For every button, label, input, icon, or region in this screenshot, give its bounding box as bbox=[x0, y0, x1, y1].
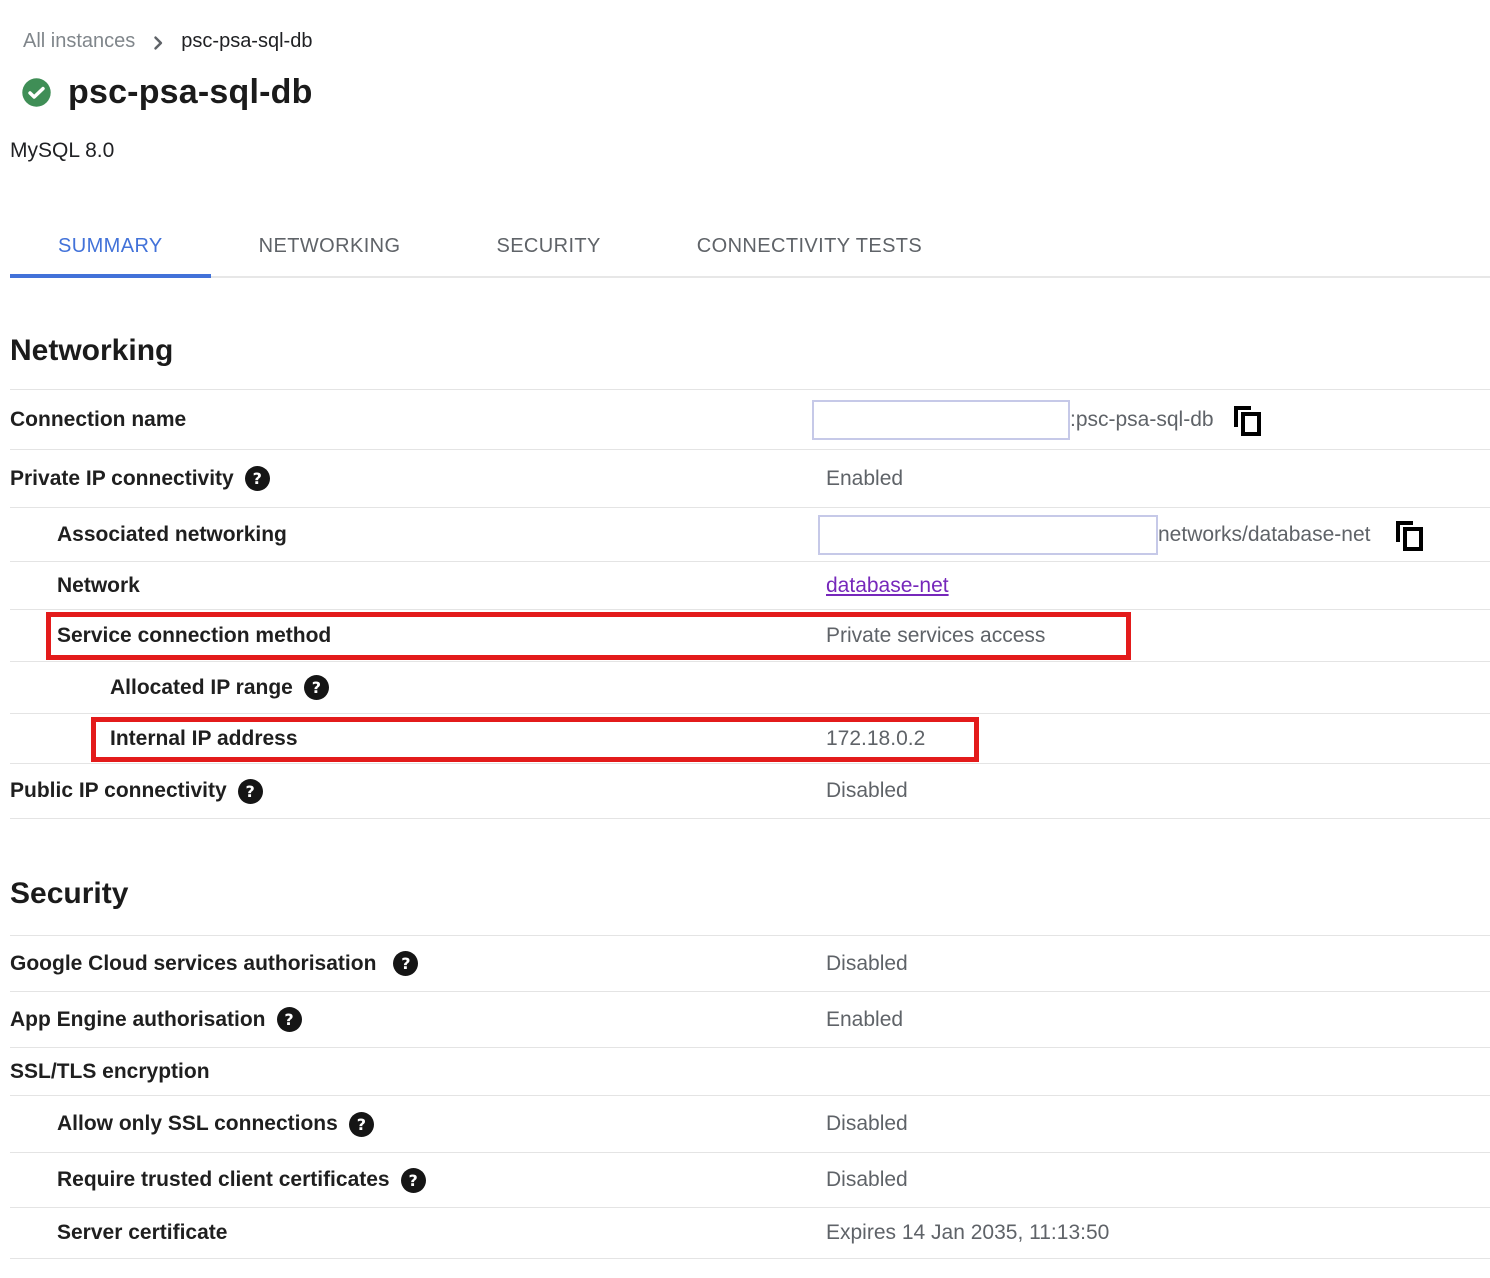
tab-summary[interactable]: SUMMARY bbox=[10, 219, 211, 276]
redaction-overlay bbox=[812, 400, 1070, 440]
page-title: psc-psa-sql-db bbox=[68, 73, 313, 112]
service-connection-method-label: Service connection method bbox=[57, 624, 331, 648]
row-require-trusted-certs: Require trusted client certificates Disa… bbox=[10, 1152, 1490, 1207]
row-app-engine-authorisation: App Engine authorisation Enabled bbox=[10, 991, 1490, 1047]
server-certificate-label: Server certificate bbox=[57, 1221, 227, 1245]
private-ip-value: Enabled bbox=[826, 467, 903, 491]
row-allow-only-ssl: Allow only SSL connections Disabled bbox=[10, 1095, 1490, 1152]
tab-security[interactable]: SECURITY bbox=[448, 219, 648, 276]
breadcrumb-current: psc-psa-sql-db bbox=[181, 30, 312, 53]
help-icon[interactable] bbox=[304, 675, 329, 700]
associated-networking-value: networks/database-net bbox=[1158, 523, 1370, 547]
associated-networking-label: Associated networking bbox=[57, 523, 287, 547]
allow-only-ssl-value: Disabled bbox=[826, 1112, 908, 1136]
row-associated-networking: Associated networking networks/database-… bbox=[10, 507, 1490, 561]
connection-name-value: :psc-psa-sql-db bbox=[1070, 408, 1214, 432]
row-public-ip-connectivity: Public IP connectivity Disabled bbox=[10, 763, 1490, 819]
internal-ip-label: Internal IP address bbox=[110, 727, 298, 751]
ssl-tls-label: SSL/TLS encryption bbox=[10, 1060, 210, 1084]
network-label: Network bbox=[57, 574, 140, 598]
allocated-ip-range-label: Allocated IP range bbox=[110, 676, 293, 700]
service-connection-method-value: Private services access bbox=[826, 624, 1045, 648]
connection-name-label: Connection name bbox=[10, 408, 186, 432]
allow-only-ssl-label: Allow only SSL connections bbox=[57, 1112, 338, 1136]
instance-header: psc-psa-sql-db bbox=[21, 73, 1490, 112]
help-icon[interactable] bbox=[393, 951, 418, 976]
help-icon[interactable] bbox=[401, 1168, 426, 1193]
networking-section-title: Networking bbox=[10, 334, 1490, 368]
app-engine-auth-value: Enabled bbox=[826, 1008, 903, 1032]
security-section-title: Security bbox=[10, 877, 1490, 911]
tab-networking[interactable]: NETWORKING bbox=[211, 219, 449, 276]
app-engine-auth-label: App Engine authorisation bbox=[10, 1008, 266, 1032]
require-certs-label: Require trusted client certificates bbox=[57, 1168, 390, 1192]
help-icon[interactable] bbox=[238, 779, 263, 804]
row-private-ip-connectivity: Private IP connectivity Enabled bbox=[10, 449, 1490, 507]
copy-icon[interactable] bbox=[1396, 521, 1420, 548]
row-connection-name: Connection name :psc-psa-sql-db bbox=[10, 389, 1490, 449]
row-service-connection-method: Service connection method Private servic… bbox=[10, 609, 1490, 661]
chevron-right-icon bbox=[148, 33, 168, 53]
private-ip-label: Private IP connectivity bbox=[10, 467, 234, 491]
breadcrumb-all-instances[interactable]: All instances bbox=[23, 30, 135, 53]
redaction-overlay bbox=[818, 515, 1158, 555]
require-certs-value: Disabled bbox=[826, 1168, 908, 1192]
database-version: MySQL 8.0 bbox=[10, 139, 1490, 163]
gcs-auth-label: Google Cloud services authorisation bbox=[10, 952, 376, 976]
gcs-auth-value: Disabled bbox=[826, 952, 908, 976]
networking-table: Connection name :psc-psa-sql-db Private … bbox=[10, 389, 1490, 819]
row-network: Network database-net bbox=[10, 561, 1490, 609]
status-ok-icon bbox=[21, 77, 52, 108]
server-certificate-value: Expires 14 Jan 2035, 11:13:50 bbox=[826, 1221, 1109, 1245]
network-link[interactable]: database-net bbox=[826, 574, 949, 598]
tab-bar: SUMMARY NETWORKING SECURITY CONNECTIVITY… bbox=[10, 219, 1490, 278]
row-gcs-authorisation: Google Cloud services authorisation Disa… bbox=[10, 935, 1490, 991]
copy-icon[interactable] bbox=[1234, 406, 1258, 433]
row-allocated-ip-range: Allocated IP range bbox=[10, 661, 1490, 713]
row-server-certificate: Server certificate Expires 14 Jan 2035, … bbox=[10, 1207, 1490, 1259]
breadcrumb: All instances psc-psa-sql-db bbox=[23, 0, 1490, 53]
security-table: Google Cloud services authorisation Disa… bbox=[10, 935, 1490, 1259]
tab-connectivity-tests[interactable]: CONNECTIVITY TESTS bbox=[649, 219, 970, 276]
help-icon[interactable] bbox=[277, 1007, 302, 1032]
public-ip-label: Public IP connectivity bbox=[10, 779, 227, 803]
row-ssl-tls-encryption: SSL/TLS encryption bbox=[10, 1047, 1490, 1095]
internal-ip-value: 172.18.0.2 bbox=[826, 727, 925, 751]
help-icon[interactable] bbox=[245, 466, 270, 491]
public-ip-value: Disabled bbox=[826, 779, 908, 803]
help-icon[interactable] bbox=[349, 1112, 374, 1137]
row-internal-ip-address: Internal IP address 172.18.0.2 bbox=[10, 713, 1490, 763]
